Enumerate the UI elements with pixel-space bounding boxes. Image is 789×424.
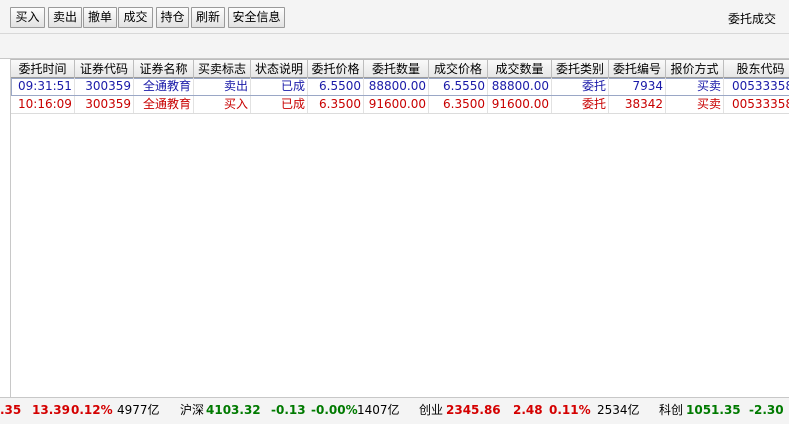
- table-row[interactable]: 10:16:09 300359 全通教育 买入 已成 6.3500 91600.…: [11, 96, 789, 114]
- index-3-change: 2.48: [513, 403, 543, 417]
- index-1-change: 13.39: [32, 403, 70, 417]
- security-info-button[interactable]: 安全信息: [228, 7, 285, 28]
- index-4-name[interactable]: 科创: [659, 402, 683, 419]
- cell-order-qty: 88800.00: [364, 78, 429, 95]
- col-header-name[interactable]: 证券名称: [134, 60, 194, 78]
- cell-order-id: 38342: [609, 96, 666, 113]
- cell-fill-price: 6.5550: [429, 78, 488, 95]
- table-row[interactable]: 09:31:51 300359 全通教育 卖出 已成 6.5500 88800.…: [11, 78, 789, 96]
- table-header: 委托时间 证券代码 证券名称 买卖标志 状态说明 委托价格 委托数量 成交价格 …: [11, 59, 789, 78]
- toolbar: 买入 卖出 撤单 成交 持仓 刷新 安全信息 委托成交: [0, 0, 789, 34]
- cell-category: 委托: [552, 78, 609, 95]
- cell-code: 300359: [75, 96, 134, 113]
- cell-order-price: 6.3500: [308, 96, 364, 113]
- index-3-volume: 2534亿: [597, 403, 640, 417]
- buy-button[interactable]: 买入: [10, 7, 45, 28]
- filter-strip: [0, 34, 789, 59]
- cell-name: 全通教育: [134, 78, 194, 95]
- index-2-change: -0.13: [271, 403, 306, 417]
- index-2-value: 4103.32: [206, 403, 261, 417]
- cell-side: 买入: [194, 96, 251, 113]
- cell-category: 委托: [552, 96, 609, 113]
- cell-quote-mode: 买卖: [666, 96, 724, 113]
- cell-holder-code: 00533358: [724, 96, 789, 113]
- index-2-pct: -0.00%: [311, 403, 358, 417]
- cell-status: 已成: [251, 78, 308, 95]
- col-header-status[interactable]: 状态说明: [251, 60, 308, 78]
- col-header-order-id[interactable]: 委托编号: [609, 60, 666, 78]
- filled-button[interactable]: 成交: [118, 7, 153, 28]
- col-header-code[interactable]: 证券代码: [75, 60, 134, 78]
- cell-status: 已成: [251, 96, 308, 113]
- refresh-button[interactable]: 刷新: [191, 7, 225, 28]
- cancel-order-button[interactable]: 撤单: [83, 7, 117, 28]
- col-header-fill-qty[interactable]: 成交数量: [488, 60, 552, 78]
- col-header-fill-price[interactable]: 成交价格: [429, 60, 488, 78]
- index-3-pct: 0.11%: [549, 403, 591, 417]
- positions-button[interactable]: 持仓: [156, 7, 189, 28]
- cell-fill-qty: 88800.00: [488, 78, 552, 95]
- cell-fill-price: 6.3500: [429, 96, 488, 113]
- index-3-value: 2345.86: [446, 403, 501, 417]
- cell-holder-code: 00533358: [724, 78, 789, 95]
- index-3-name[interactable]: 创业: [419, 402, 443, 419]
- market-status-bar: .35 13.39 0.12% 4977亿 沪深 4103.32 -0.13 -…: [0, 398, 789, 424]
- cell-code: 300359: [75, 78, 134, 95]
- index-4-change: -2.30: [749, 403, 784, 417]
- col-header-side[interactable]: 买卖标志: [194, 60, 251, 78]
- index-2-volume: 1407亿: [357, 403, 400, 417]
- cell-order-price: 6.5500: [308, 78, 364, 95]
- col-header-order-qty[interactable]: 委托数量: [364, 60, 429, 78]
- col-header-quote-mode[interactable]: 报价方式: [666, 60, 724, 78]
- col-header-order-price[interactable]: 委托价格: [308, 60, 364, 78]
- cell-order-qty: 91600.00: [364, 96, 429, 113]
- col-header-holder-code[interactable]: 股东代码: [724, 60, 789, 78]
- cell-fill-qty: 91600.00: [488, 96, 552, 113]
- cell-quote-mode: 买卖: [666, 78, 724, 95]
- cell-order-id: 7934: [609, 78, 666, 95]
- window-title: 委托成交: [727, 12, 776, 26]
- orders-table: 委托时间 证券代码 证券名称 买卖标志 状态说明 委托价格 委托数量 成交价格 …: [10, 59, 789, 397]
- col-header-category[interactable]: 委托类别: [552, 60, 609, 78]
- index-2-name[interactable]: 沪深: [180, 402, 204, 419]
- index-1-volume: 4977亿: [117, 403, 160, 417]
- cell-time: 10:16:09: [11, 96, 75, 113]
- index-4-value: 1051.35: [686, 403, 741, 417]
- index-1-value-fragment: .35: [0, 403, 22, 417]
- index-1-pct: 0.12%: [71, 403, 113, 417]
- cell-name: 全通教育: [134, 96, 194, 113]
- col-header-time[interactable]: 委托时间: [11, 60, 75, 78]
- cell-side: 卖出: [194, 78, 251, 95]
- sell-button[interactable]: 卖出: [48, 7, 82, 28]
- cell-time: 09:31:51: [11, 78, 75, 95]
